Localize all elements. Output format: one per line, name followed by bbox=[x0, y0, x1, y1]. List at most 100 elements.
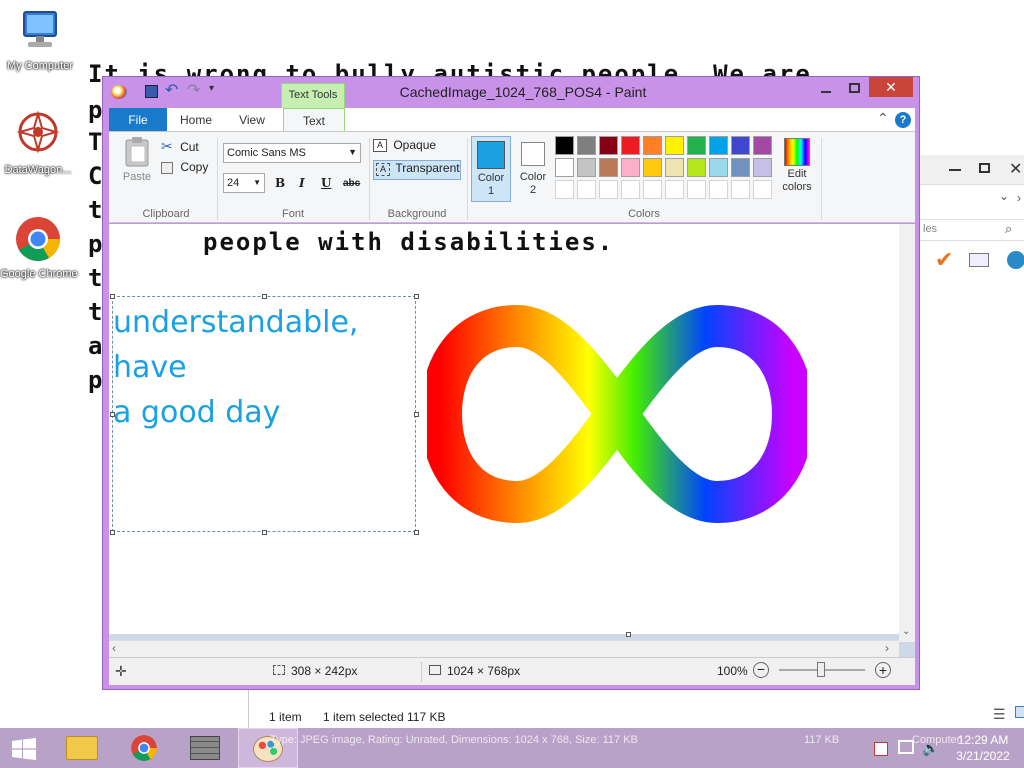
italic-button[interactable]: I bbox=[299, 176, 305, 190]
edit-colors-button[interactable]: Edit colors bbox=[777, 136, 817, 202]
checkmark-icon[interactable]: ✔ bbox=[935, 247, 953, 273]
resize-handle[interactable] bbox=[110, 412, 115, 417]
customize-qat-icon[interactable]: ▾ bbox=[209, 83, 214, 94]
resize-handle[interactable] bbox=[414, 294, 419, 299]
globe-icon[interactable] bbox=[1007, 251, 1024, 269]
search-box[interactable]: les ⌕ bbox=[917, 219, 1024, 241]
palette-swatch[interactable] bbox=[665, 158, 684, 177]
paste-button[interactable]: Paste bbox=[115, 136, 159, 192]
chevron-down-icon[interactable]: ⌄ bbox=[999, 189, 1009, 203]
canvas-resize-handle[interactable] bbox=[626, 632, 631, 637]
scroll-right-icon[interactable]: › bbox=[885, 641, 889, 655]
color2-button[interactable]: Color 2 bbox=[515, 136, 551, 202]
zoom-slider-thumb[interactable] bbox=[817, 662, 825, 677]
opaque-button[interactable]: A Opaque bbox=[373, 138, 459, 156]
palette-swatch[interactable] bbox=[599, 136, 618, 155]
undo-icon[interactable]: ↶ bbox=[165, 80, 178, 100]
action-center-flag-icon[interactable] bbox=[874, 742, 888, 756]
palette-swatch[interactable] bbox=[709, 136, 728, 155]
minimize-icon[interactable] bbox=[821, 91, 831, 93]
maximize-icon[interactable] bbox=[979, 163, 990, 173]
save-icon[interactable] bbox=[145, 85, 158, 98]
color1-button[interactable]: Color 1 bbox=[471, 136, 511, 202]
desktop-icon-google-chrome[interactable]: Google Chrome bbox=[0, 214, 78, 281]
palette-swatch[interactable] bbox=[753, 158, 772, 177]
palette-swatch[interactable] bbox=[555, 136, 574, 155]
large-icons-view-icon[interactable] bbox=[1015, 706, 1024, 718]
resize-handle[interactable] bbox=[262, 530, 267, 535]
palette-swatch[interactable] bbox=[621, 158, 640, 177]
palette-swatch[interactable] bbox=[731, 158, 750, 177]
search-icon[interactable]: ⌕ bbox=[1005, 221, 1012, 237]
palette-swatch-empty[interactable] bbox=[577, 180, 596, 199]
volume-icon[interactable]: 🔈 bbox=[922, 740, 939, 757]
palette-swatch[interactable] bbox=[731, 136, 750, 155]
redo-icon[interactable]: ↷ bbox=[187, 80, 200, 100]
resize-handle[interactable] bbox=[414, 412, 419, 417]
collapse-ribbon-icon[interactable]: ⌃ bbox=[877, 110, 889, 127]
taskbar-file-explorer[interactable] bbox=[52, 728, 112, 768]
palette-swatch-empty[interactable] bbox=[665, 180, 684, 199]
palette-swatch[interactable] bbox=[753, 136, 772, 155]
palette-swatch-empty[interactable] bbox=[709, 180, 728, 199]
palette-swatch-empty[interactable] bbox=[621, 180, 640, 199]
chevron-right-icon[interactable]: › bbox=[1017, 191, 1021, 205]
resize-handle[interactable] bbox=[414, 530, 419, 535]
palette-swatch[interactable] bbox=[577, 158, 596, 177]
palette-swatch-empty[interactable] bbox=[555, 180, 574, 199]
palette-swatch-empty[interactable] bbox=[731, 180, 750, 199]
underline-button[interactable]: U bbox=[321, 176, 331, 190]
palette-swatch[interactable] bbox=[555, 158, 574, 177]
palette-swatch-empty[interactable] bbox=[643, 180, 662, 199]
close-button[interactable]: ✕ bbox=[869, 77, 913, 97]
taskbar-firewall-app[interactable] bbox=[176, 728, 236, 768]
palette-swatch[interactable] bbox=[577, 136, 596, 155]
palette-swatch[interactable] bbox=[687, 136, 706, 155]
tab-file[interactable]: File bbox=[109, 108, 167, 132]
taskbar-chrome[interactable] bbox=[114, 728, 174, 768]
copy-button[interactable]: Copy bbox=[161, 160, 208, 178]
text-selection-box[interactable]: understandable, have a good day bbox=[112, 296, 416, 532]
zoom-out-button[interactable]: − bbox=[753, 662, 769, 678]
scroll-down-icon[interactable]: ⌄ bbox=[902, 626, 910, 637]
palette-swatch[interactable] bbox=[599, 158, 618, 177]
transparent-button[interactable]: A Transparent bbox=[373, 160, 461, 180]
vertical-scrollbar[interactable]: ⌄ bbox=[899, 224, 915, 642]
close-icon[interactable]: ✕ bbox=[1009, 159, 1022, 179]
maximize-icon[interactable] bbox=[849, 83, 860, 93]
start-button[interactable] bbox=[0, 728, 48, 768]
help-icon[interactable]: ? bbox=[895, 112, 911, 128]
desktop-icon-datawagon[interactable]: DataWagon... bbox=[0, 108, 76, 177]
palette-swatch[interactable] bbox=[643, 158, 662, 177]
tab-view[interactable]: View bbox=[227, 108, 277, 132]
tab-text[interactable]: Text bbox=[283, 108, 345, 132]
palette-swatch[interactable] bbox=[621, 136, 640, 155]
palette-swatch[interactable] bbox=[665, 136, 684, 155]
font-size-select[interactable]: 24 ▼ bbox=[223, 173, 265, 193]
resize-handle[interactable] bbox=[110, 294, 115, 299]
search-input[interactable]: les bbox=[923, 223, 937, 235]
desktop-icon-my-computer[interactable]: My Computer bbox=[2, 8, 78, 73]
rename-icon[interactable] bbox=[969, 253, 989, 267]
palette-swatch-empty[interactable] bbox=[687, 180, 706, 199]
palette-swatch[interactable] bbox=[643, 136, 662, 155]
bold-button[interactable]: B bbox=[275, 176, 285, 190]
cut-button[interactable]: ✂ Cut bbox=[161, 138, 199, 156]
network-icon[interactable] bbox=[898, 740, 914, 754]
palette-swatch[interactable] bbox=[687, 158, 706, 177]
palette-swatch[interactable] bbox=[709, 158, 728, 177]
paint-app-icon[interactable] bbox=[111, 85, 127, 99]
horizontal-scrollbar[interactable]: ‹ › bbox=[109, 640, 899, 657]
zoom-in-button[interactable]: + bbox=[875, 662, 891, 678]
tab-home[interactable]: Home bbox=[171, 108, 221, 132]
canvas[interactable]: people with disabilities. understandable… bbox=[109, 224, 899, 634]
details-view-icon[interactable]: ☰ bbox=[993, 706, 1006, 723]
scroll-left-icon[interactable]: ‹ bbox=[112, 641, 116, 655]
strikethrough-button[interactable]: abc bbox=[343, 178, 360, 189]
font-family-select[interactable]: Comic Sans MS ▼ bbox=[223, 143, 361, 163]
clock[interactable]: 12:29 AM 3/21/2022 bbox=[948, 732, 1018, 764]
resize-handle[interactable] bbox=[262, 294, 267, 299]
minimize-icon[interactable] bbox=[949, 169, 961, 171]
palette-swatch-empty[interactable] bbox=[599, 180, 618, 199]
palette-swatch-empty[interactable] bbox=[753, 180, 772, 199]
